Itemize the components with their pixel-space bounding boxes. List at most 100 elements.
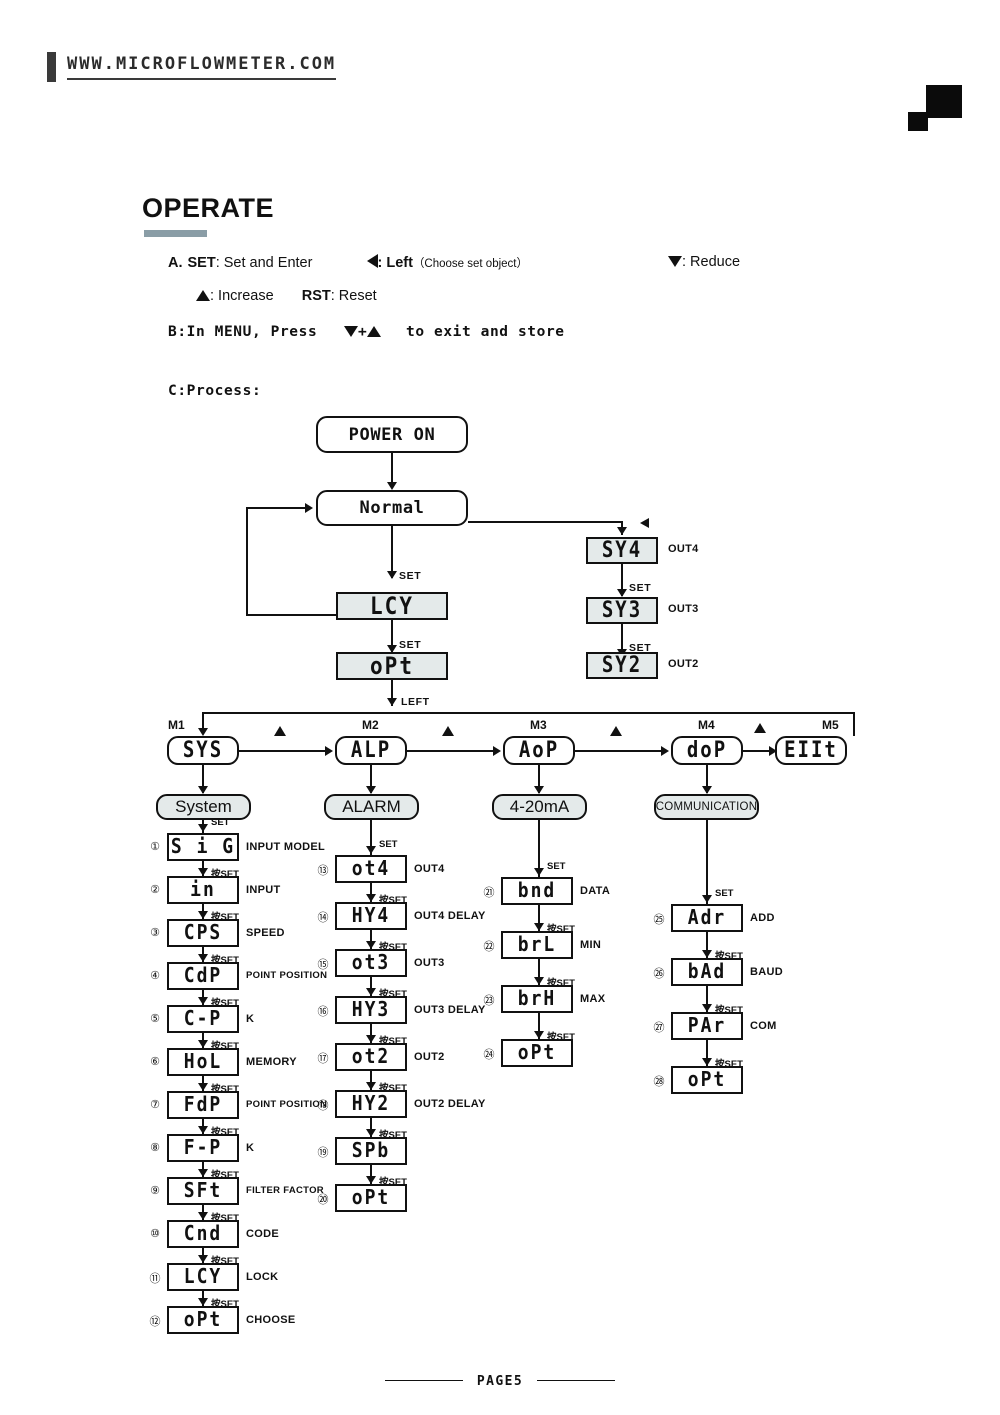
menu-node-m3[interactable]: AoP [503,736,575,765]
arrow-down-icon [366,988,376,996]
menu-item-box[interactable]: HY2 [335,1090,407,1118]
menu-item-box[interactable]: F-P [167,1134,239,1162]
menu-item-code: SPb [351,1138,391,1163]
arrow-down-icon [198,911,208,919]
menu-item-code: SFt [183,1178,223,1203]
left-arrow-icon [366,254,378,268]
arrow-down-icon [198,1126,208,1134]
menu-item-box[interactable]: ot2 [335,1043,407,1071]
menu-item-code: bnd [517,878,557,903]
menu-node-m1[interactable]: SYS [167,736,239,765]
menu-item-box[interactable]: HoL [167,1048,239,1076]
menu-item-box[interactable]: Adr [671,904,743,932]
menu-item-box[interactable]: bAd [671,958,743,986]
menu-item-box[interactable]: SPb [335,1137,407,1165]
arrow-down-icon [366,1082,376,1090]
page-title: OPERATE [142,193,275,223]
site-header: WWW.MICROFLOWMETER.COM [47,52,337,82]
item-index: ③ [150,927,160,939]
item-index: ⑩ [150,1228,160,1240]
menu-name-label: 4-20mA [509,797,570,816]
left-arrow-marker-icon [640,518,649,528]
menu-item-box[interactable]: PAr [671,1012,743,1040]
lcy-code: LCY [370,591,414,620]
menu-name-label: COMMUNICATION [655,801,758,813]
menu-item-label: CODE [246,1228,279,1240]
legend-row-a: A. SET: Set and Enter : Left（Choose set o… [168,254,528,271]
menu-item-box[interactable]: oPt [501,1039,573,1067]
menu-item-box[interactable]: oPt [167,1306,239,1334]
menu-node-m2[interactable]: ALP [335,736,407,765]
menu-item-box[interactable]: HY3 [335,996,407,1024]
legend-b-text-2: to exit and store [406,324,565,340]
menu-item-label: LOCK [246,1271,279,1283]
menu-item-box[interactable]: SFt [167,1177,239,1205]
arrow-down-icon [366,1035,376,1043]
item-index: ㉔ [483,1049,495,1061]
menu-node-m5[interactable]: EIIt [775,736,847,765]
menu-item-box[interactable]: C-P [167,1005,239,1033]
menu-item-code: C-P [183,1006,223,1031]
menu-item-label: BAUD [750,966,783,978]
menu-item-box[interactable]: Cnd [167,1220,239,1248]
item-index: ⑯ [317,1006,329,1018]
item-index: ㉘ [653,1076,665,1088]
menu-name-communication: COMMUNICATION [654,794,759,820]
menu-item-box[interactable]: ot4 [335,855,407,883]
branch-line-to-out [468,521,623,523]
menu-item-code: Adr [687,905,727,930]
connector-m1-m2 [239,750,327,752]
menu-item-code: PAr [687,1013,727,1038]
menu-node-m4[interactable]: doP [671,736,743,765]
out4-label: OUT4 [668,543,699,555]
item-index: ㉒ [483,941,495,953]
arrow-down-icon [198,1298,208,1306]
power-on-label: POWER ON [348,424,436,445]
normal-label: Normal [359,498,425,518]
menu-item-box[interactable]: CPS [167,919,239,947]
site-url: WWW.MICROFLOWMETER.COM [67,54,337,80]
arrow-down-icon [198,786,208,794]
menu-item-box[interactable]: oPt [335,1184,407,1212]
menu-item-box[interactable]: in [167,876,239,904]
loop-line-bottom [246,614,336,616]
menu-item-box[interactable]: S i G [167,833,239,861]
menu-item-box[interactable]: brH [501,985,573,1013]
menu-item-box[interactable]: CdP [167,962,239,990]
legend-b-plus: + [357,324,368,340]
sy2-code: SY2 [601,652,643,678]
arrow-down-icon [366,1129,376,1137]
arrow-down-icon [702,950,712,958]
menu-item-label: OUT3 [414,957,445,969]
menu-item-label: OUT2 [414,1051,445,1063]
item-index: ⑤ [150,1013,160,1025]
menu-item-box[interactable]: HY4 [335,902,407,930]
item-index: ⑳ [317,1194,329,1206]
arrow-down-icon [366,941,376,949]
arrow-down-icon [198,728,208,736]
menu-item-label: CHOOSE [246,1314,296,1326]
item-index: ⑰ [317,1053,329,1065]
arrow-down-icon [702,895,712,903]
out3-label: OUT3 [668,603,699,615]
menu-item-box[interactable]: FdP [167,1091,239,1119]
legend-b-text-1: B:In MENU, Press [168,324,318,340]
opt-code: oPt [370,651,414,680]
corner-decoration [908,85,978,135]
menu-item-box[interactable]: LCY [167,1263,239,1291]
menu-item-box[interactable]: bnd [501,877,573,905]
m4-code: doP [686,737,728,763]
menu-item-box[interactable]: oPt [671,1066,743,1094]
arrow-down-icon [617,527,627,535]
arrow-right-icon [305,503,313,513]
left-label: LEFT [401,696,430,708]
item-index: ⑥ [150,1056,160,1068]
menu-item-code: brH [517,986,557,1011]
legend-row-b: B:In MENU, Press + to exit and store [168,324,565,340]
menu-item-code: HY4 [351,903,391,928]
menu-item-box[interactable]: ot3 [335,949,407,977]
bus-drop-m5 [853,712,855,736]
menu-item-code: HY3 [351,997,391,1022]
flow-node-sy2: SY2 [586,652,658,679]
menu-item-box[interactable]: brL [501,931,573,959]
